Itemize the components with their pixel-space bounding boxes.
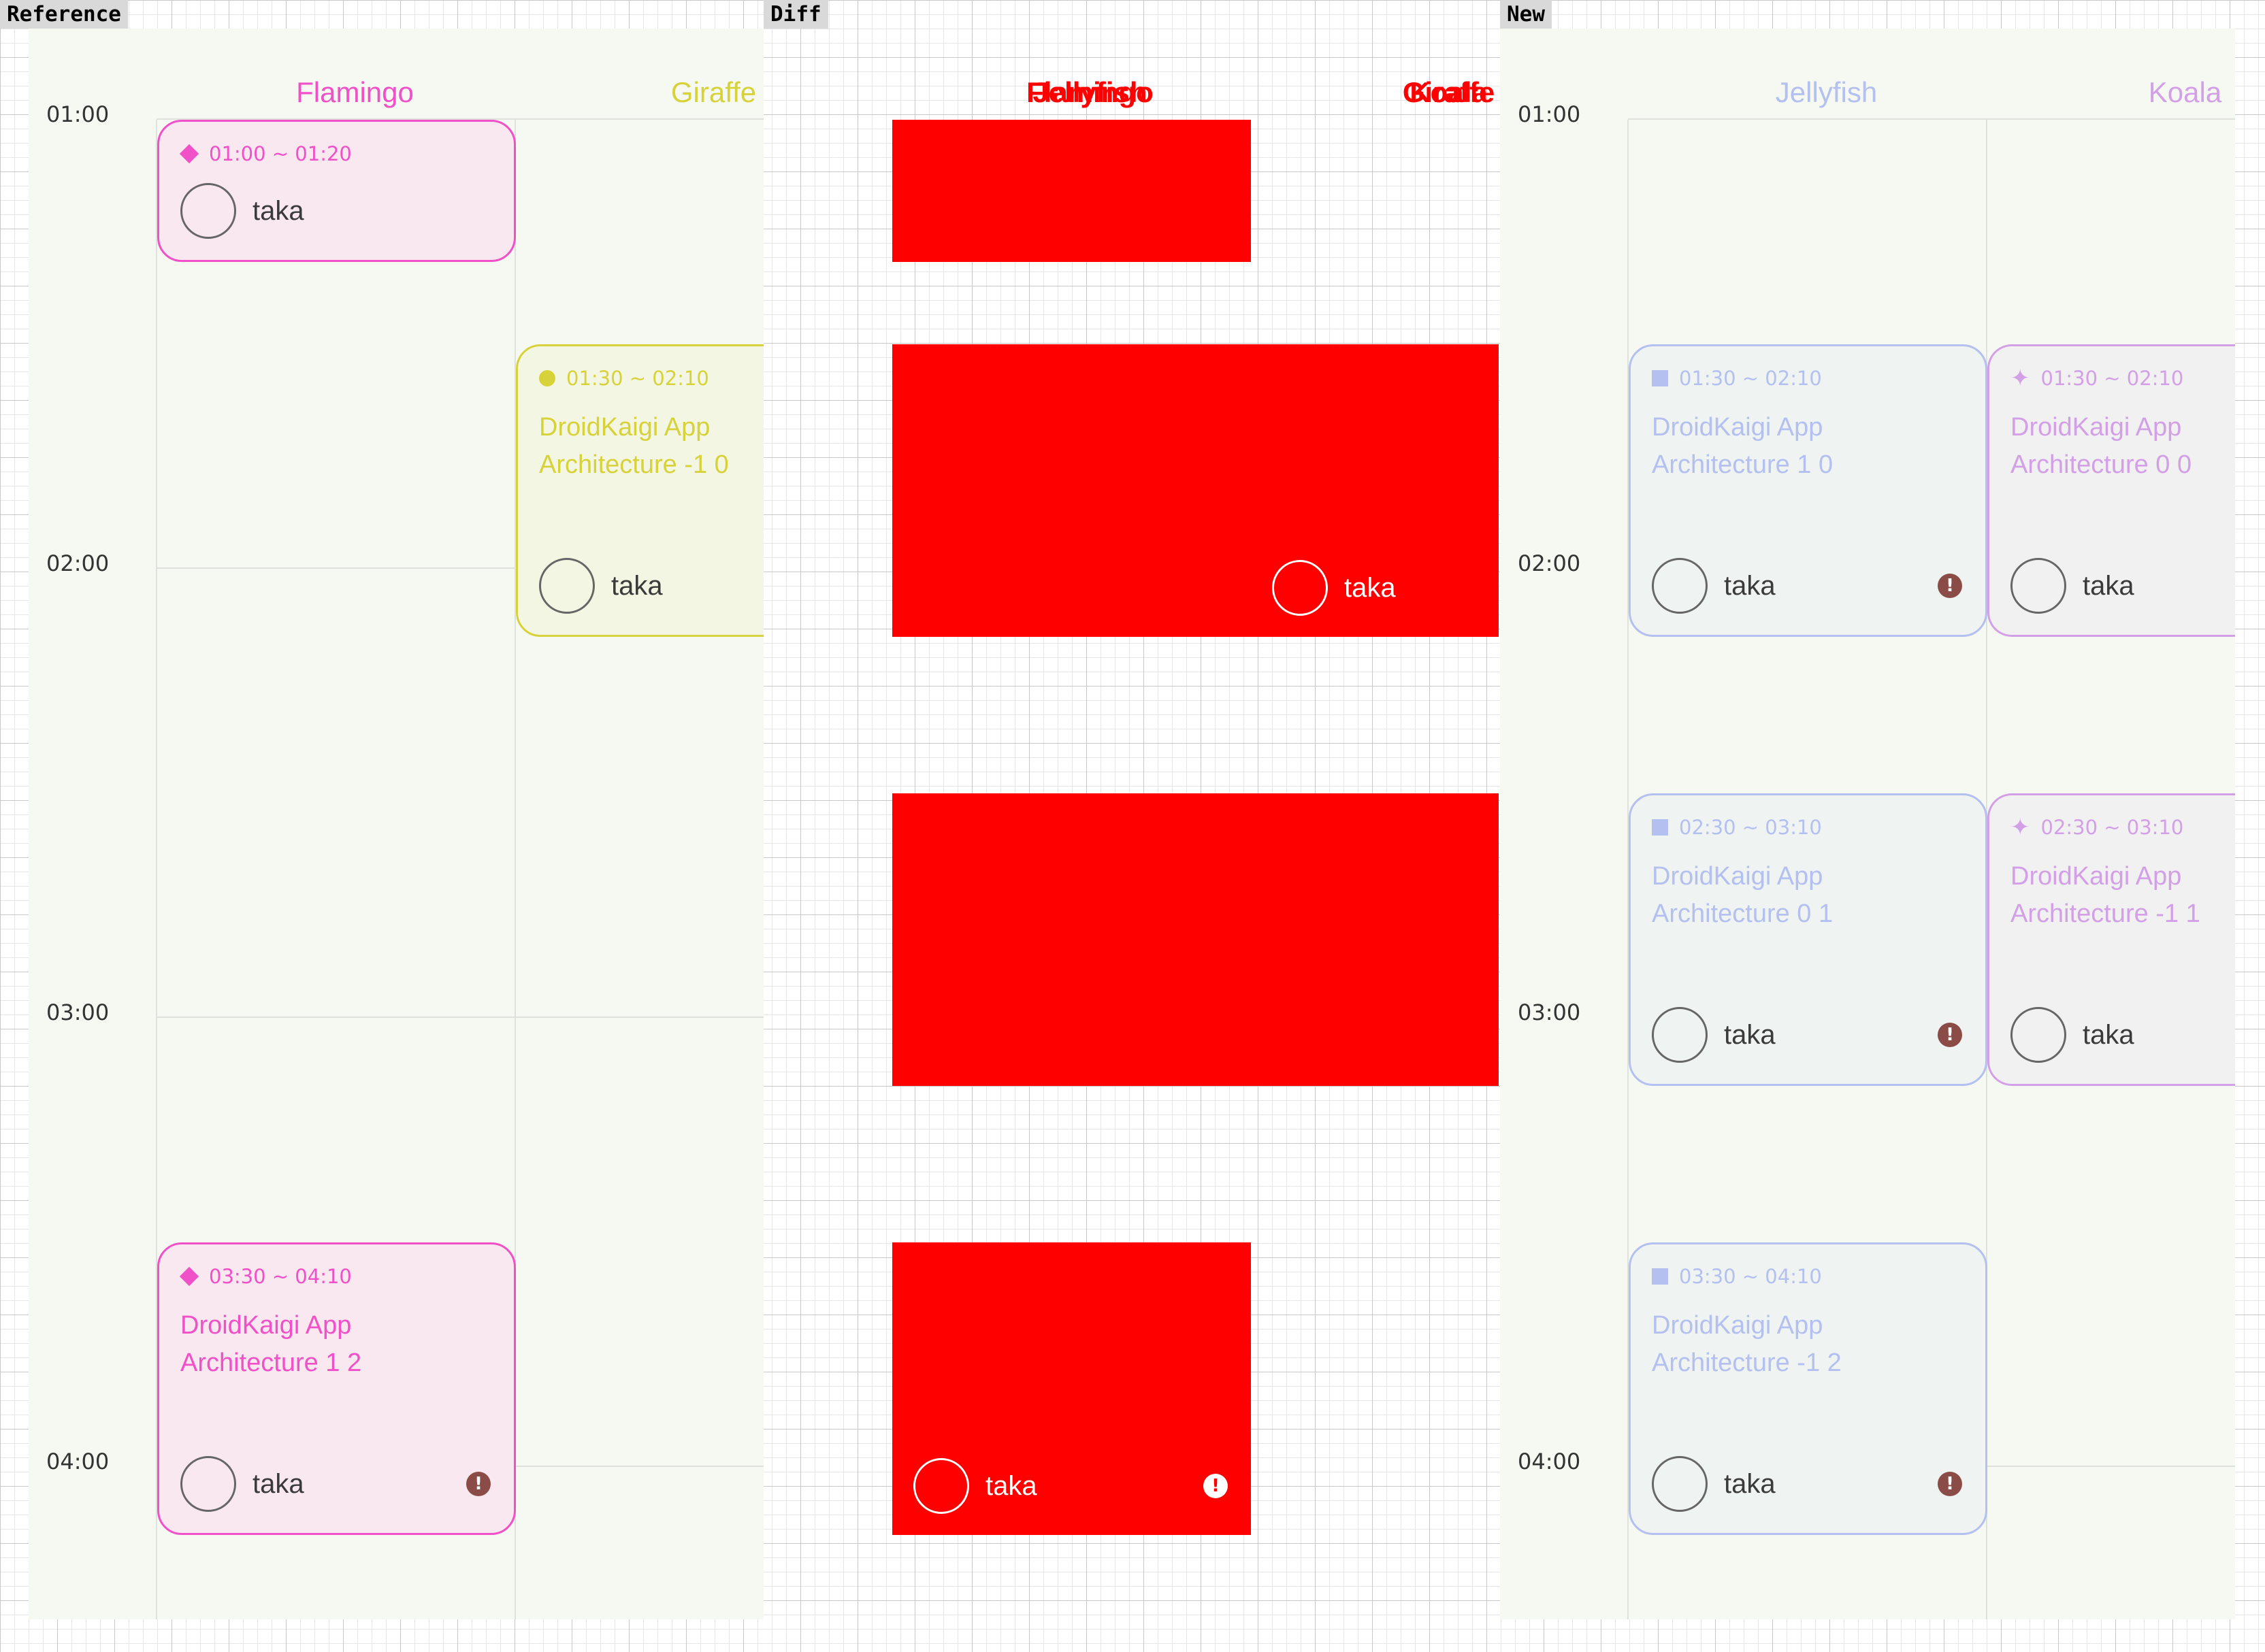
error-icon: ! [1938, 1472, 1962, 1496]
session-time: 02:30 ~ 03:10 [2040, 816, 2184, 839]
session-title: DroidKaigi App Architecture 0 1 [1652, 862, 1834, 928]
speaker-name: taka [985, 1470, 1037, 1501]
speaker-name: taka [252, 195, 304, 226]
session-card[interactable]: 02:30 ~ 03:10 DroidKaigi App Architectur… [1629, 793, 1987, 1086]
session-time: 01:30 ~ 02:10 [2040, 367, 2184, 390]
time-label: 04:00 [1518, 1449, 1581, 1474]
room-header-koala: Koala [2148, 76, 2222, 108]
diff-region: taka [892, 344, 1499, 637]
avatar [1272, 560, 1328, 616]
hour-gridline [1628, 118, 2235, 120]
session-time: 01:00 ~ 01:20 [209, 142, 352, 165]
circle-icon [539, 370, 555, 386]
speaker-name: taka [1724, 1468, 1776, 1499]
session-time: 02:30 ~ 03:10 [1679, 816, 1822, 839]
diff-panel: Diff Flamingo Jellyfish Giraffe Koala ta… [764, 0, 1500, 1652]
timetable-grid[interactable]: Jellyfish Koala 01:00 02:00 03:00 04:00 … [1500, 29, 2235, 1619]
speaker-name: taka [252, 1468, 304, 1499]
avatar [913, 1458, 969, 1514]
speaker: taka [1652, 558, 1776, 614]
session-title: DroidKaigi App Architecture 1 0 [1652, 413, 1834, 479]
time-label: 02:00 [1518, 550, 1581, 576]
avatar [180, 183, 236, 239]
room-header-jellyfish: Jellyfish [1775, 76, 1878, 108]
reference-panel: Reference Flamingo Giraffe 01:00 02:00 0… [0, 0, 764, 1652]
time-label: 04:00 [46, 1449, 110, 1474]
speaker-name: taka [2083, 570, 2134, 601]
avatar [2010, 558, 2066, 614]
time-label: 01:00 [1518, 101, 1581, 127]
session-card[interactable]: 01:30 ~ 02:10 DroidKaigi App Architectur… [1629, 344, 1987, 637]
session-time: 01:30 ~ 02:10 [1679, 367, 1822, 390]
diamond-icon [179, 144, 199, 164]
session-title: DroidKaigi App Architecture 0 0 [2010, 413, 2192, 479]
diff-region: taka ! [892, 1242, 1251, 1535]
session-card[interactable]: ✦ 02:30 ~ 03:10 DroidKaigi App Architect… [1987, 793, 2235, 1086]
session-card[interactable]: 03:30 ~ 04:10 DroidKaigi App Architectur… [157, 1242, 516, 1535]
new-panel: New Jellyfish Koala 01:00 02:00 03:00 04… [1500, 0, 2265, 1652]
session-title: DroidKaigi App Architecture -1 2 [1652, 1311, 1842, 1377]
speaker-name: taka [1724, 570, 1776, 601]
session-time: 01:30 ~ 02:10 [566, 367, 709, 390]
time-label: 03:00 [46, 1000, 110, 1025]
room-header-giraffe: Giraffe [670, 76, 757, 108]
speaker: taka [539, 558, 663, 614]
session-time: 03:30 ~ 04:10 [1679, 1265, 1822, 1288]
error-icon: ! [1203, 1474, 1228, 1498]
avatar [1652, 1007, 1708, 1063]
room-header-flamingo: Flamingo [296, 76, 414, 108]
speaker-name: taka [2083, 1019, 2134, 1050]
speaker-name: taka [1344, 572, 1396, 603]
error-icon: ! [1938, 574, 1962, 598]
session-card[interactable]: 03:30 ~ 04:10 DroidKaigi App Architectur… [1629, 1242, 1987, 1535]
sparkle-icon: ✦ [2010, 365, 2030, 392]
time-label: 01:00 [46, 101, 110, 127]
speaker: taka [180, 183, 304, 239]
avatar [1652, 1456, 1708, 1512]
speaker: taka [180, 1456, 304, 1512]
session-title: DroidKaigi App Architecture 1 2 [180, 1311, 362, 1377]
time-label: 02:00 [46, 550, 110, 576]
speaker: taka [1652, 1007, 1776, 1063]
avatar [2010, 1007, 2066, 1063]
session-time: 03:30 ~ 04:10 [209, 1265, 352, 1288]
avatar [1652, 558, 1708, 614]
square-icon [1652, 370, 1668, 386]
diff-region [892, 793, 1499, 1086]
diff-speaker: taka [913, 1458, 1037, 1514]
timetable-grid[interactable]: Flamingo Giraffe 01:00 02:00 03:00 04:00… [29, 29, 764, 1619]
diff-canvas: Flamingo Jellyfish Giraffe Koala taka ta… [764, 29, 1499, 1619]
avatar [539, 558, 595, 614]
diff-region [892, 120, 1251, 262]
panel-label-reference: Reference [0, 0, 128, 29]
speaker-name: taka [1724, 1019, 1776, 1050]
error-icon: ! [1938, 1023, 1962, 1047]
speaker-name: taka [611, 570, 663, 601]
time-label: 03:00 [1518, 1000, 1581, 1025]
sparkle-icon: ✦ [2010, 814, 2030, 841]
diff-speaker: taka [1272, 560, 1396, 616]
panel-label-diff: Diff [764, 0, 828, 29]
session-title: DroidKaigi App Architecture -1 1 [2010, 862, 2200, 928]
session-card[interactable]: 01:00 ~ 01:20 taka [157, 120, 516, 262]
diamond-icon [179, 1266, 199, 1287]
square-icon [1652, 819, 1668, 836]
speaker: taka [1652, 1456, 1776, 1512]
error-icon: ! [466, 1472, 491, 1496]
speaker: taka [2010, 558, 2134, 614]
session-card[interactable]: ✦ 01:30 ~ 02:10 DroidKaigi App Architect… [1987, 344, 2235, 637]
avatar [180, 1456, 236, 1512]
panel-label-new: New [1500, 0, 1552, 29]
square-icon [1652, 1268, 1668, 1285]
session-card[interactable]: 01:30 ~ 02:10 DroidKaigi App Architectur… [516, 344, 764, 637]
session-title: DroidKaigi App Architecture -1 0 [539, 413, 729, 479]
hour-gridline [157, 1017, 764, 1018]
speaker: taka [2010, 1007, 2134, 1063]
